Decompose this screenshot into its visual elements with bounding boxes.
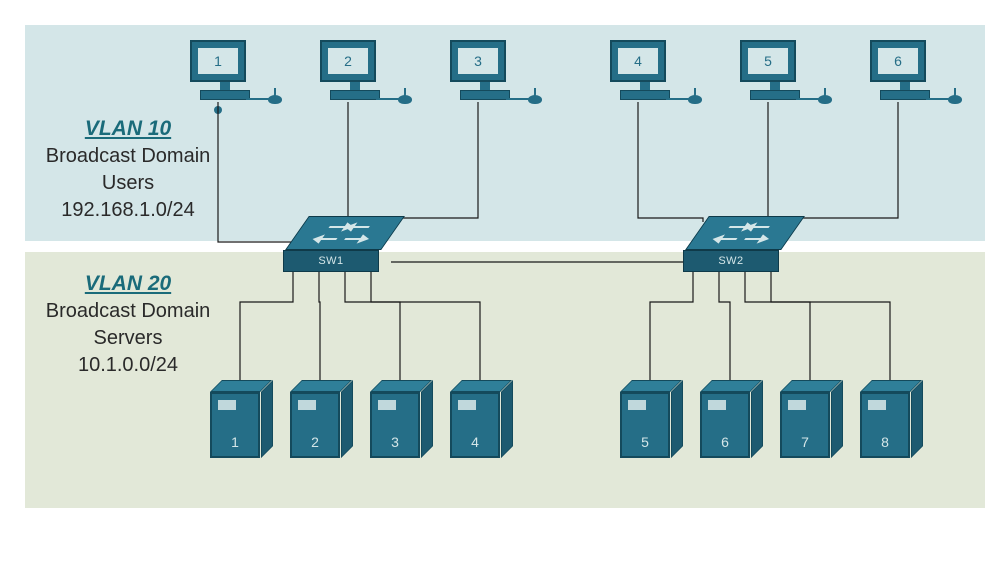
server-number: 3 (372, 434, 418, 450)
vlan20-line2: Servers (43, 325, 213, 352)
pc-number: 4 (618, 48, 658, 74)
server-3: 3 (370, 380, 420, 458)
server-number: 4 (452, 434, 498, 450)
switch-top-icon (685, 216, 805, 250)
monitor-icon: 1 (190, 40, 246, 82)
server-number: 5 (622, 434, 668, 450)
switch-label: SW1 (283, 250, 379, 272)
monitor-icon: 5 (740, 40, 796, 82)
switch-top-icon (285, 216, 405, 250)
monitor-icon: 4 (610, 40, 666, 82)
vlan10-subnet: 192.168.1.0/24 (43, 197, 213, 224)
server-8: 8 (860, 380, 910, 458)
server-body-icon: 3 (370, 392, 420, 458)
pc-number: 5 (748, 48, 788, 74)
mouse-icon (268, 95, 282, 104)
mouse-icon (528, 95, 542, 104)
monitor-icon: 3 (450, 40, 506, 82)
mouse-icon (818, 95, 832, 104)
pc-6: 6 (870, 40, 940, 100)
server-body-icon: 8 (860, 392, 910, 458)
vlan20-title: VLAN 20 (43, 270, 213, 298)
server-2: 2 (290, 380, 340, 458)
server-number: 6 (702, 434, 748, 450)
pc-3: 3 (450, 40, 520, 100)
server-number: 7 (782, 434, 828, 450)
vlan10-line2: Users (43, 170, 213, 197)
server-body-icon: 4 (450, 392, 500, 458)
pc-number: 3 (458, 48, 498, 74)
switch-label: SW2 (683, 250, 779, 272)
vlan10-title: VLAN 10 (43, 115, 213, 143)
server-body-icon: 7 (780, 392, 830, 458)
mouse-icon (398, 95, 412, 104)
server-6: 6 (700, 380, 750, 458)
server-number: 2 (292, 434, 338, 450)
switch-sw2: SW2 (683, 216, 791, 278)
vlan20-subnet: 10.1.0.0/24 (43, 352, 213, 379)
pc-number: 6 (878, 48, 918, 74)
server-number: 1 (212, 434, 258, 450)
server-7: 7 (780, 380, 830, 458)
switch-sw1: SW1 (283, 216, 391, 278)
server-body-icon: 1 (210, 392, 260, 458)
pc-number: 2 (328, 48, 368, 74)
pc-5: 5 (740, 40, 810, 100)
server-5: 5 (620, 380, 670, 458)
pc-1: 1 (190, 40, 260, 100)
monitor-icon: 2 (320, 40, 376, 82)
pc-4: 4 (610, 40, 680, 100)
server-number: 8 (862, 434, 908, 450)
pc-2: 2 (320, 40, 390, 100)
mouse-icon (948, 95, 962, 104)
vlan20-label-block: VLAN 20 Broadcast Domain Servers 10.1.0.… (43, 270, 213, 379)
server-body-icon: 5 (620, 392, 670, 458)
vlan10-line1: Broadcast Domain (43, 143, 213, 170)
server-1: 1 (210, 380, 260, 458)
monitor-icon: 6 (870, 40, 926, 82)
pc-number: 1 (198, 48, 238, 74)
vlan20-line1: Broadcast Domain (43, 298, 213, 325)
server-body-icon: 6 (700, 392, 750, 458)
server-body-icon: 2 (290, 392, 340, 458)
mouse-icon (688, 95, 702, 104)
vlan10-label-block: VLAN 10 Broadcast Domain Users 192.168.1… (43, 115, 213, 224)
server-4: 4 (450, 380, 500, 458)
